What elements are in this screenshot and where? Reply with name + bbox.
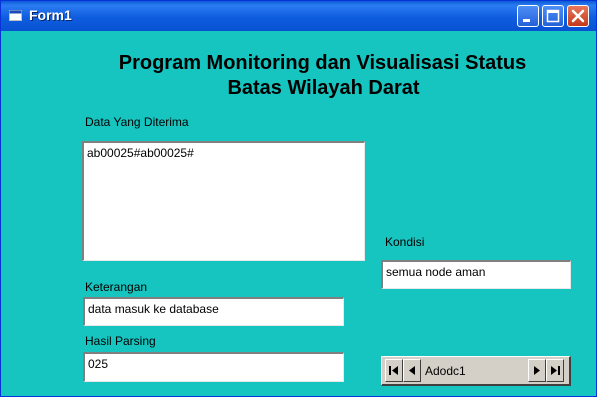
maximize-icon [546, 9, 560, 23]
next-record-button[interactable] [528, 359, 546, 382]
condition-field[interactable]: semua node aman [381, 260, 571, 289]
close-icon [571, 9, 585, 23]
ado-data-control: Adodc1 [381, 356, 571, 386]
parse-result-label: Hasil Parsing [85, 334, 156, 348]
form-heading-line-2: Batas Wilayah Darat [227, 77, 420, 99]
previous-record-icon [409, 366, 415, 375]
first-record-icon [389, 366, 398, 375]
minimize-button[interactable] [517, 5, 539, 27]
parse-result-field[interactable]: 025 [83, 352, 344, 382]
form-window: Form1 Program Monitoring dan Visualisasi… [0, 0, 597, 397]
first-record-button[interactable] [385, 359, 403, 382]
window-title: Form1 [29, 7, 72, 23]
title-bar[interactable]: Form1 [1, 1, 596, 31]
next-record-icon [534, 366, 540, 375]
remarks-label: Keterangan [85, 280, 148, 294]
minimize-icon [523, 19, 530, 22]
data-received-textarea[interactable]: ab00025#ab00025# [82, 141, 365, 261]
data-received-label: Data Yang Diterima [85, 115, 189, 129]
last-record-button[interactable] [546, 359, 564, 382]
condition-label: Kondisi [385, 235, 425, 249]
close-button[interactable] [567, 5, 589, 27]
previous-record-button[interactable] [403, 359, 421, 382]
ado-caption: Adodc1 [425, 364, 466, 378]
remarks-field[interactable]: data masuk ke database [83, 297, 344, 326]
app-icon [9, 10, 22, 21]
maximize-button[interactable] [542, 5, 564, 27]
last-record-icon [551, 366, 560, 375]
form-heading-line-1: Program Monitoring dan Visualisasi Statu… [118, 52, 527, 74]
